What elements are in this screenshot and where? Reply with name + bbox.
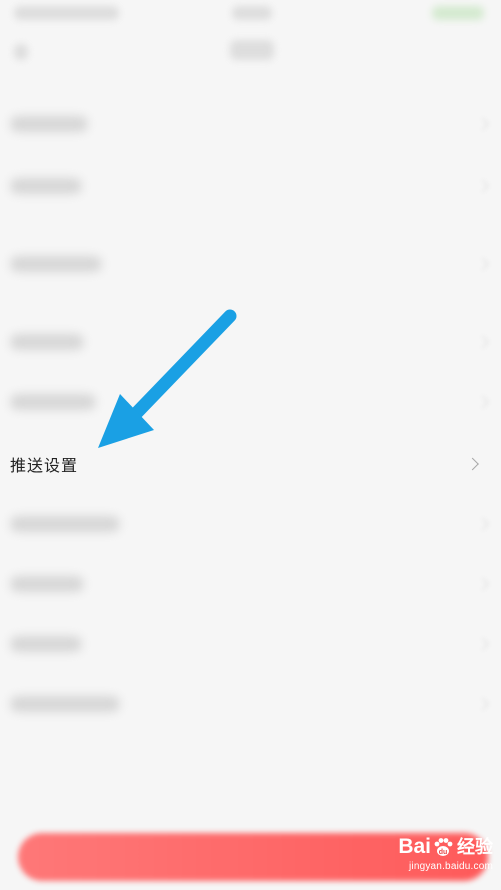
watermark-brand-left: Bai bbox=[398, 835, 431, 858]
baidu-paw-icon: du bbox=[434, 838, 453, 856]
watermark-brand: Bai du 经验 bbox=[375, 834, 493, 860]
svg-text:du: du bbox=[439, 849, 448, 856]
settings-page: 推送设置 Bai du 经验 jingyan.baidu.com bbox=[0, 0, 501, 890]
arrow-shaft bbox=[117, 309, 237, 433]
pointer-arrow-icon bbox=[98, 309, 237, 448]
baidu-jingyan-watermark: Bai du 经验 jingyan.baidu.com bbox=[375, 834, 493, 886]
watermark-brand-right: 经验 bbox=[457, 837, 493, 857]
watermark-url: jingyan.baidu.com bbox=[408, 861, 493, 872]
